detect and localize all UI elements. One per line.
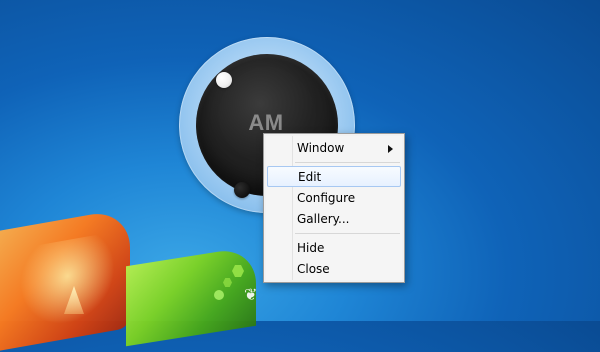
butterfly-icon: ❦ xyxy=(244,285,258,304)
menu-item-configure[interactable]: Configure xyxy=(267,188,401,209)
menu-separator xyxy=(295,162,400,163)
menu-item-label: Configure xyxy=(297,191,356,205)
chevron-right-icon xyxy=(388,145,393,153)
menu-item-label: Edit xyxy=(298,170,322,184)
menu-item-close[interactable]: Close xyxy=(267,259,401,280)
menu-separator xyxy=(295,233,400,234)
menu-item-gallery[interactable]: Gallery... xyxy=(267,209,401,230)
menu-item-edit[interactable]: Edit xyxy=(267,166,401,187)
windows-logo-green-pane xyxy=(126,245,256,347)
menu-item-hide[interactable]: Hide xyxy=(267,238,401,259)
menu-item-label: Window xyxy=(297,141,345,155)
gadget-knob-white-icon xyxy=(216,72,232,88)
desktop: ❦ AM Window Edit Configure Gallery... Hi… xyxy=(0,0,600,352)
bubble-decoration xyxy=(214,290,224,300)
menu-item-window[interactable]: Window xyxy=(267,138,401,159)
menu-item-label: Close xyxy=(297,262,330,276)
menu-item-label: Hide xyxy=(297,241,325,255)
context-menu: Window Edit Configure Gallery... Hide Cl… xyxy=(263,133,405,283)
menu-item-label: Gallery... xyxy=(297,212,350,226)
windows-logo-glow xyxy=(20,231,115,339)
gadget-knob-black-icon xyxy=(234,182,250,198)
